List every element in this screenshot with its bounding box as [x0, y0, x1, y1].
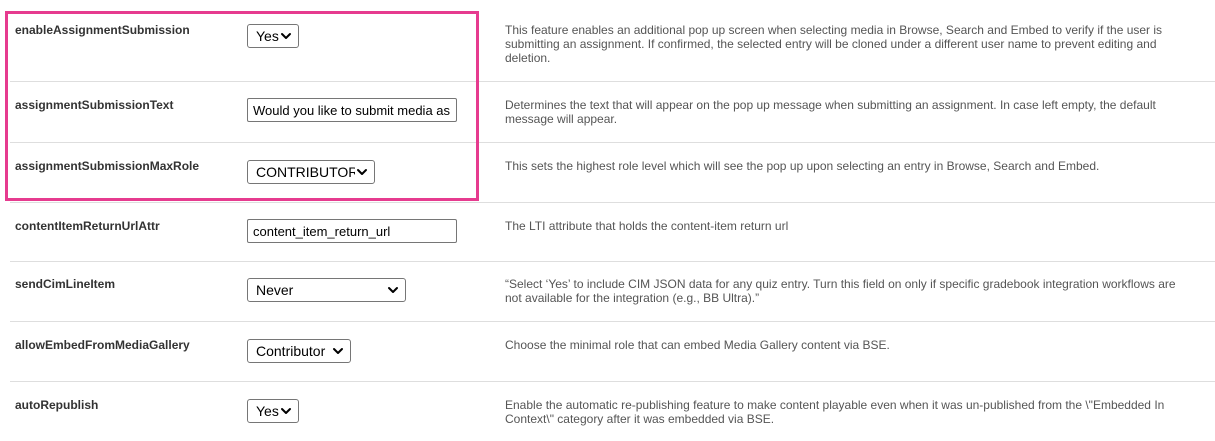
- select-value: Contributor: [256, 343, 326, 359]
- setting-row-auto-republish: autoRepublish Yes Enable the automatic r…: [0, 382, 1215, 441]
- chevron-down-icon: [281, 408, 291, 414]
- setting-label: allowEmbedFromMediaGallery: [15, 338, 190, 352]
- select-value: CONTRIBUTOR: [256, 164, 355, 180]
- assignment-submission-max-role-select[interactable]: CONTRIBUTOR: [247, 160, 375, 184]
- content-item-return-url-attr-input[interactable]: [247, 219, 457, 243]
- setting-description: Determines the text that will appear on …: [505, 98, 1156, 126]
- setting-label: enableAssignmentSubmission: [15, 23, 190, 37]
- assignment-submission-text-input[interactable]: [247, 98, 457, 122]
- setting-label: sendCimLineItem: [15, 277, 116, 291]
- setting-row-content-item-return-url-attr: contentItemReturnUrlAttr The LTI attribu…: [0, 203, 1215, 261]
- setting-label: assignmentSubmissionMaxRole: [15, 159, 200, 173]
- setting-description: Choose the minimal role that can embed M…: [505, 338, 890, 352]
- chevron-down-icon: [388, 287, 398, 293]
- send-cim-line-item-select[interactable]: Never: [247, 278, 406, 302]
- setting-description: The LTI attribute that holds the content…: [505, 219, 789, 233]
- setting-row-send-cim-line-item: sendCimLineItem Never “Select ‘Yes’ to i…: [0, 262, 1215, 321]
- select-value: Never: [256, 282, 294, 298]
- setting-row-allow-embed-from-media-gallery: allowEmbedFromMediaGallery Contributor C…: [0, 322, 1215, 381]
- setting-description: This feature enables an additional pop u…: [505, 23, 1163, 65]
- setting-description: This sets the highest role level which w…: [505, 159, 1100, 173]
- select-value: Yes: [256, 403, 279, 419]
- select-value: Yes: [256, 28, 279, 44]
- setting-row-assignment-submission-max-role: assignmentSubmissionMaxRole CONTRIBUTOR …: [0, 143, 1215, 202]
- auto-republish-select[interactable]: Yes: [247, 399, 299, 423]
- chevron-down-icon: [357, 169, 367, 175]
- setting-row-enable-assignment-submission: enableAssignmentSubmission Yes This feat…: [0, 0, 1215, 81]
- setting-label: contentItemReturnUrlAttr: [15, 219, 160, 233]
- setting-row-assignment-submission-text: assignmentSubmissionText Determines the …: [0, 82, 1215, 142]
- setting-label: assignmentSubmissionText: [15, 98, 174, 112]
- setting-description: “Select ‘Yes’ to include CIM JSON data f…: [505, 277, 1176, 305]
- setting-description: Enable the automatic re-publishing featu…: [505, 398, 1165, 426]
- allow-embed-from-media-gallery-select[interactable]: Contributor: [247, 339, 351, 363]
- setting-label: autoRepublish: [15, 398, 99, 412]
- chevron-down-icon: [333, 348, 343, 354]
- chevron-down-icon: [281, 33, 291, 39]
- enable-assignment-submission-select[interactable]: Yes: [247, 24, 299, 48]
